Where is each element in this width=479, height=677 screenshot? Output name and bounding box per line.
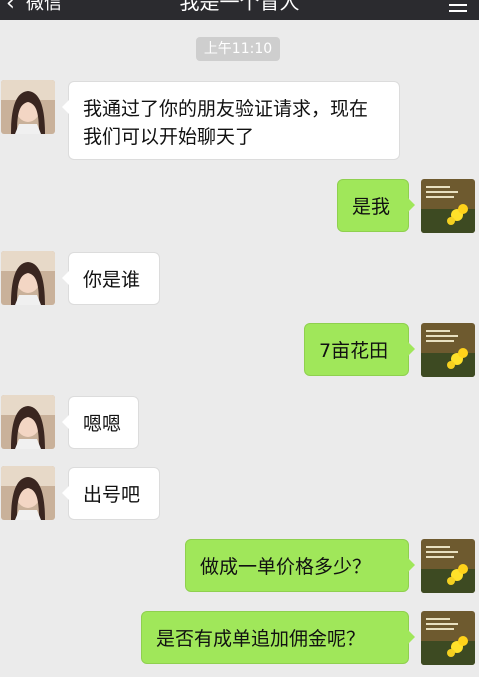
message-bubble-incoming[interactable]: 出号吧 [62, 467, 160, 520]
contact-avatar[interactable] [1, 251, 55, 305]
my-avatar[interactable] [421, 179, 475, 233]
message-bubble-incoming[interactable]: 你是谁 [62, 252, 160, 305]
message-bubble-outgoing[interactable]: 7亩花田 [304, 323, 415, 376]
message-bubble-incoming[interactable]: 我通过了你的朋友验证请求，现在我们可以开始聊天了 [62, 81, 400, 160]
contact-avatar[interactable] [1, 80, 55, 134]
chat-title: 我是一个盲人 [179, 0, 300, 14]
timestamp-badge: 上午11:10 [196, 37, 280, 61]
my-avatar[interactable] [421, 611, 475, 665]
message-bubble-outgoing[interactable]: 做成一单价格多少？ [185, 539, 415, 592]
contact-avatar[interactable] [1, 395, 55, 449]
message-bubble-outgoing[interactable]: 是否有成单追加佣金呢？ [141, 611, 415, 664]
message-bubble-incoming[interactable]: 嗯嗯 [62, 396, 139, 449]
my-avatar[interactable] [421, 539, 475, 593]
contact-avatar[interactable] [1, 466, 55, 520]
hamburger-icon[interactable] [449, 0, 467, 12]
chat-header: ‹ 微信 我是一个盲人 [0, 0, 479, 20]
message-bubble-outgoing[interactable]: 是我 [337, 179, 415, 232]
my-avatar[interactable] [421, 323, 475, 377]
